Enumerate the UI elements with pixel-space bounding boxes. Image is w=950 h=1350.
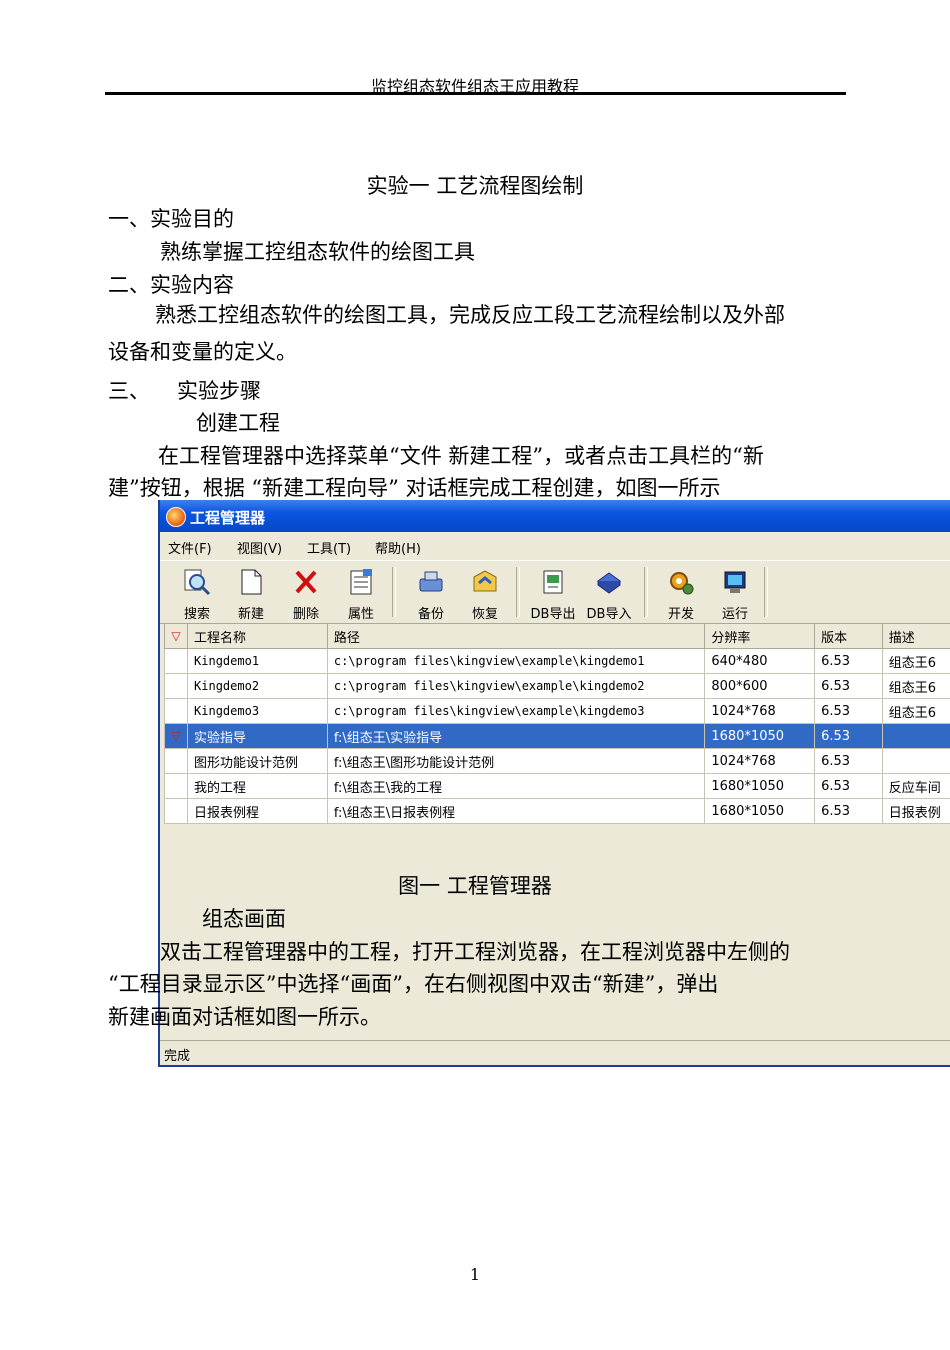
section-1-heading: 一、实验目的	[108, 207, 234, 231]
search-icon	[184, 569, 211, 596]
run-icon	[724, 571, 746, 593]
menu-tools[interactable]: 工具(T)	[307, 538, 351, 557]
table-row[interactable]: Kingdemo2 c:\program files\kingview\exam…	[163, 673, 950, 699]
delete-button[interactable]: 删除	[281, 565, 331, 622]
restore-icon	[473, 570, 497, 592]
flag-icon: ▽	[171, 728, 181, 743]
restore-button[interactable]: 恢复	[460, 565, 510, 622]
db-export-button[interactable]: DB导出	[528, 565, 578, 622]
step-2-line3: 新建画面对话框如图一所示。	[108, 1005, 381, 1029]
status-bar: 完成	[160, 1040, 950, 1065]
backup-icon	[419, 571, 443, 592]
column-header[interactable]: 分辨率	[704, 623, 816, 649]
delete-icon	[295, 570, 317, 594]
step-1-line2: 建”按钮，根据 “新建工程向导” 对话框完成工程创建，如图一所示	[108, 476, 721, 500]
menu-view[interactable]: 视图(V)	[237, 538, 282, 557]
toolbar: 搜索 新建 删除 属性 备份 恢复 DB导出 DB导入 开发 运行	[160, 560, 950, 624]
properties-icon	[350, 569, 372, 595]
experiment-title: 实验一 工艺流程图绘制	[366, 174, 584, 198]
develop-icon	[670, 572, 694, 595]
db-export-icon	[543, 570, 563, 594]
db-import-icon	[597, 572, 621, 594]
project-list: ▽ 工程名称 路径 分辨率 版本 描述 Kingdemo1 c:\program…	[163, 623, 950, 824]
step-1-line1: 在工程管理器中选择菜单“文件 新建工程”，或者点击工具栏的“新	[158, 444, 764, 468]
table-row[interactable]: 日报表例程 f:\组态王\日报表例程 1680*1050 6.53 日报表例	[163, 798, 950, 824]
table-row-selected[interactable]: ▽ 实验指导 f:\组态王\实验指导 1680*1050 6.53	[163, 723, 950, 749]
search-button[interactable]: 搜索	[172, 565, 222, 622]
toolbar-separator	[644, 567, 648, 617]
table-header-row: ▽ 工程名称 路径 分辨率 版本 描述	[163, 623, 950, 649]
toolbar-separator	[392, 567, 396, 617]
menu-file[interactable]: 文件(F)	[168, 538, 212, 557]
flag-icon: ▽	[171, 628, 181, 643]
step-2-heading: 组态画面	[202, 907, 286, 931]
status-text: 完成	[164, 1049, 191, 1064]
new-file-icon	[241, 569, 262, 595]
section-2-body-line2: 设备和变量的定义。	[108, 340, 297, 364]
table-row[interactable]: Kingdemo1 c:\program files\kingview\exam…	[163, 648, 950, 674]
column-header[interactable]: 工程名称	[187, 623, 328, 649]
toolbar-separator	[764, 567, 768, 617]
page-number: 1	[469, 1265, 481, 1284]
section-3-number: 三、	[108, 379, 150, 403]
db-import-button[interactable]: DB导入	[584, 565, 634, 622]
step-2-line1: 双击工程管理器中的工程，打开工程浏览器，在工程浏览器中左侧的	[160, 940, 790, 964]
column-header[interactable]: 版本	[814, 623, 883, 649]
run-button[interactable]: 运行	[710, 565, 760, 622]
app-icon	[166, 507, 186, 527]
step-2-line2: “工程目录显示区”中选择“画面”，在右侧视图中双击“新建”，弹出	[108, 972, 719, 996]
header-rule	[105, 92, 846, 95]
window-title: 工程管理器	[190, 509, 266, 527]
develop-button[interactable]: 开发	[656, 565, 706, 622]
new-button[interactable]: 新建	[226, 565, 276, 622]
column-header[interactable]: 描述	[881, 623, 950, 649]
section-2-body-line1: 熟悉工控组态软件的绘图工具，完成反应工段工艺流程绘制以及外部	[155, 303, 785, 327]
window-titlebar[interactable]: 工程管理器	[160, 500, 950, 532]
section-2-heading: 二、实验内容	[108, 273, 234, 297]
column-header[interactable]: 路径	[326, 623, 706, 649]
toolbar-separator	[516, 567, 520, 617]
backup-button[interactable]: 备份	[406, 565, 456, 622]
table-row[interactable]: 我的工程 f:\组态王\我的工程 1680*1050 6.53 反应车间	[163, 773, 950, 799]
step-1-heading: 创建工程	[196, 411, 280, 435]
menu-bar: 文件(F) 视图(V) 工具(T) 帮助(H)	[160, 533, 950, 559]
figure-caption: 图一 工程管理器	[398, 874, 552, 898]
default-marker-header: ▽	[163, 623, 189, 649]
table-row[interactable]: Kingdemo3 c:\program files\kingview\exam…	[163, 698, 950, 724]
table-row[interactable]: 图形功能设计范例 f:\组态王\图形功能设计范例 1024*768 6.53	[163, 748, 950, 774]
section-1-body: 熟练掌握工控组态软件的绘图工具	[160, 240, 475, 264]
menu-help[interactable]: 帮助(H)	[375, 538, 421, 557]
section-3-heading: 实验步骤	[177, 379, 261, 403]
properties-button[interactable]: 属性	[336, 565, 386, 622]
